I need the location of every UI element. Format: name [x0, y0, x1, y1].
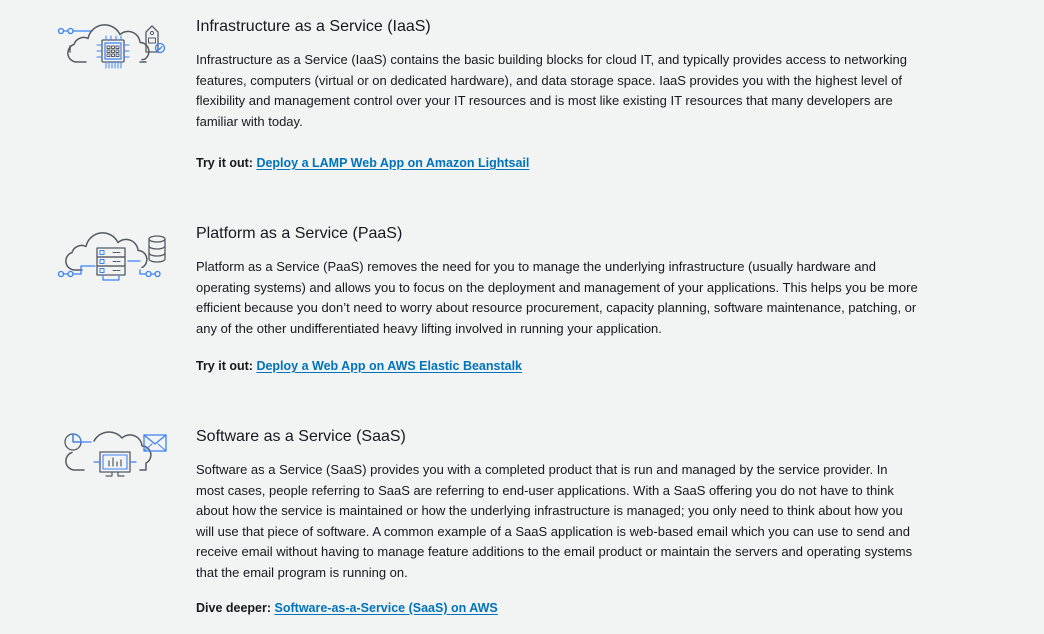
- iaas-cta-label: Try it out:: [196, 156, 253, 170]
- paas-try-it-out: Try it out: Deploy a Web App on AWS Elas…: [196, 358, 522, 374]
- saas-dive-deeper: Dive deeper: Software-as-a-Service (SaaS…: [196, 600, 498, 616]
- saas-cta-label: Dive deeper:: [196, 601, 272, 615]
- lightsail-lamp-link[interactable]: Deploy a LAMP Web App on Amazon Lightsai…: [256, 156, 529, 170]
- saas-on-aws-link[interactable]: Software-as-a-Service (SaaS) on AWS: [275, 601, 498, 615]
- paas-cta-label: Try it out:: [196, 359, 253, 373]
- paas-description: Platform as a Service (PaaS) removes the…: [196, 259, 918, 336]
- iaas-title: Infrastructure as a Service (IaaS): [196, 18, 431, 35]
- saas-title: Software as a Service (SaaS): [196, 428, 406, 445]
- iaas-try-it-out: Try it out: Deploy a LAMP Web App on Ama…: [196, 155, 529, 171]
- iaas-description: Infrastructure as a Service (IaaS) conta…: [196, 52, 908, 129]
- cloud-infrastructure-icon: [56, 18, 172, 78]
- elastic-beanstalk-link[interactable]: Deploy a Web App on AWS Elastic Beanstal…: [256, 359, 522, 373]
- paas-title: Platform as a Service (PaaS): [196, 225, 403, 242]
- saas-description: Software as a Service (SaaS) provides yo…: [196, 462, 913, 580]
- cloud-software-icon: [56, 428, 172, 488]
- cloud-platform-icon: [56, 226, 172, 286]
